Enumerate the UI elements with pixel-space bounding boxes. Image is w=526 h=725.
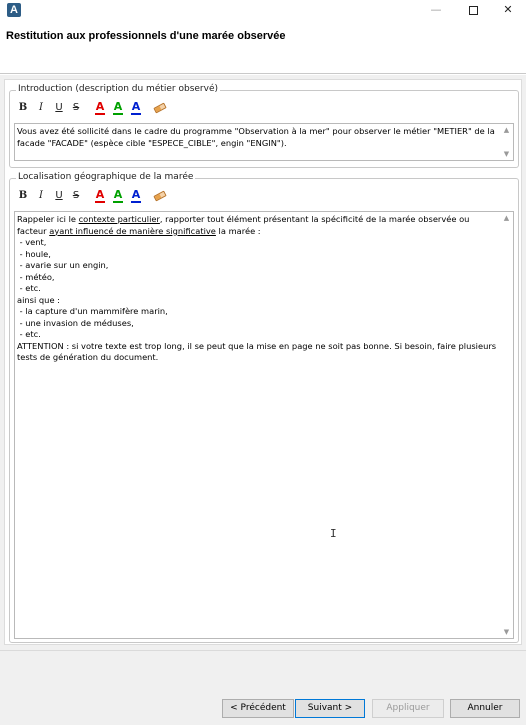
color-bar xyxy=(113,113,123,115)
clear-format-button[interactable] xyxy=(152,188,168,204)
wizard-content: Introduction (description du métier obse… xyxy=(0,75,526,650)
text-color-red-button[interactable]: A xyxy=(93,188,107,204)
text-color-blue-button[interactable]: A xyxy=(129,100,143,116)
minimize-button[interactable]: — xyxy=(418,0,454,20)
close-button[interactable]: ✕ xyxy=(490,0,526,20)
text-color-green-button[interactable]: A xyxy=(111,188,125,204)
underlined-text: ayant influencé de manière significative xyxy=(49,225,216,236)
color-bar xyxy=(131,201,141,203)
color-bar xyxy=(113,201,123,203)
content-panel: Introduction (description du métier obse… xyxy=(4,79,522,645)
color-a-icon: A xyxy=(95,188,105,201)
scroll-up-icon[interactable]: ▲ xyxy=(500,212,513,224)
eraser-icon xyxy=(153,102,167,114)
clear-format-button[interactable] xyxy=(152,100,168,116)
wizard-footer: < Précédent Suivant > Appliquer Annuler xyxy=(0,650,526,725)
text-cursor-icon: I xyxy=(330,527,337,540)
strikethrough-button[interactable]: S xyxy=(69,188,83,204)
text-segment: Rappeler ici le xyxy=(17,214,79,224)
cancel-button[interactable]: Annuler xyxy=(450,699,520,718)
location-text: Rappeler ici le contexte particulier, ra… xyxy=(17,214,499,364)
underlined-text: contexte particulier xyxy=(78,214,160,224)
bold-button[interactable]: B xyxy=(16,100,30,116)
intro-toolbar: B I U S A A A xyxy=(16,100,176,116)
intro-textarea[interactable]: Vous avez été sollicité dans le cadre du… xyxy=(14,123,514,161)
strikethrough-button[interactable]: S xyxy=(69,100,83,116)
underline-button[interactable]: U xyxy=(52,100,66,116)
eraser-icon xyxy=(153,190,167,202)
location-toolbar: B I U S A A A xyxy=(16,188,176,204)
scroll-down-icon[interactable]: ▼ xyxy=(500,148,513,160)
color-bar xyxy=(131,113,141,115)
text-color-blue-button[interactable]: A xyxy=(129,188,143,204)
apply-button[interactable]: Appliquer xyxy=(372,699,444,718)
color-a-icon: A xyxy=(113,100,123,113)
intro-text: Vous avez été sollicité dans le cadre du… xyxy=(17,126,498,148)
scroll-up-icon[interactable]: ▲ xyxy=(500,124,513,136)
app-icon: A xyxy=(7,3,21,17)
underline-button[interactable]: U xyxy=(52,188,66,204)
maximize-icon xyxy=(468,5,478,15)
previous-button[interactable]: < Précédent xyxy=(222,699,294,718)
color-a-icon: A xyxy=(95,100,105,113)
next-button[interactable]: Suivant > xyxy=(295,699,365,718)
page-title: Restitution aux professionnels d'une mar… xyxy=(6,30,286,42)
text-color-red-button[interactable]: A xyxy=(93,100,107,116)
color-bar xyxy=(95,113,105,115)
italic-button[interactable]: I xyxy=(34,100,48,116)
location-scrollbar[interactable]: ▲ ▼ xyxy=(500,212,513,638)
window-titlebar: A — ✕ xyxy=(0,0,526,20)
intro-label: Introduction (description du métier obse… xyxy=(16,84,221,94)
intro-group: Introduction (description du métier obse… xyxy=(9,84,519,168)
bold-button[interactable]: B xyxy=(16,188,30,204)
color-a-icon: A xyxy=(131,188,141,201)
color-bar xyxy=(95,201,105,203)
text-segment: la marée : - vent, - houle, - avarie sur… xyxy=(17,225,497,363)
maximize-button[interactable] xyxy=(455,0,491,20)
scroll-down-icon[interactable]: ▼ xyxy=(500,626,513,638)
location-label: Localisation géographique de la marée xyxy=(16,172,196,182)
intro-scrollbar[interactable]: ▲ ▼ xyxy=(500,124,513,160)
italic-button[interactable]: I xyxy=(34,188,48,204)
location-group: Localisation géographique de la marée B … xyxy=(9,172,519,643)
text-color-green-button[interactable]: A xyxy=(111,100,125,116)
wizard-header: Restitution aux professionnels d'une mar… xyxy=(0,20,526,74)
location-textarea[interactable]: Rappeler ici le contexte particulier, ra… xyxy=(14,211,514,639)
color-a-icon: A xyxy=(131,100,141,113)
color-a-icon: A xyxy=(113,188,123,201)
